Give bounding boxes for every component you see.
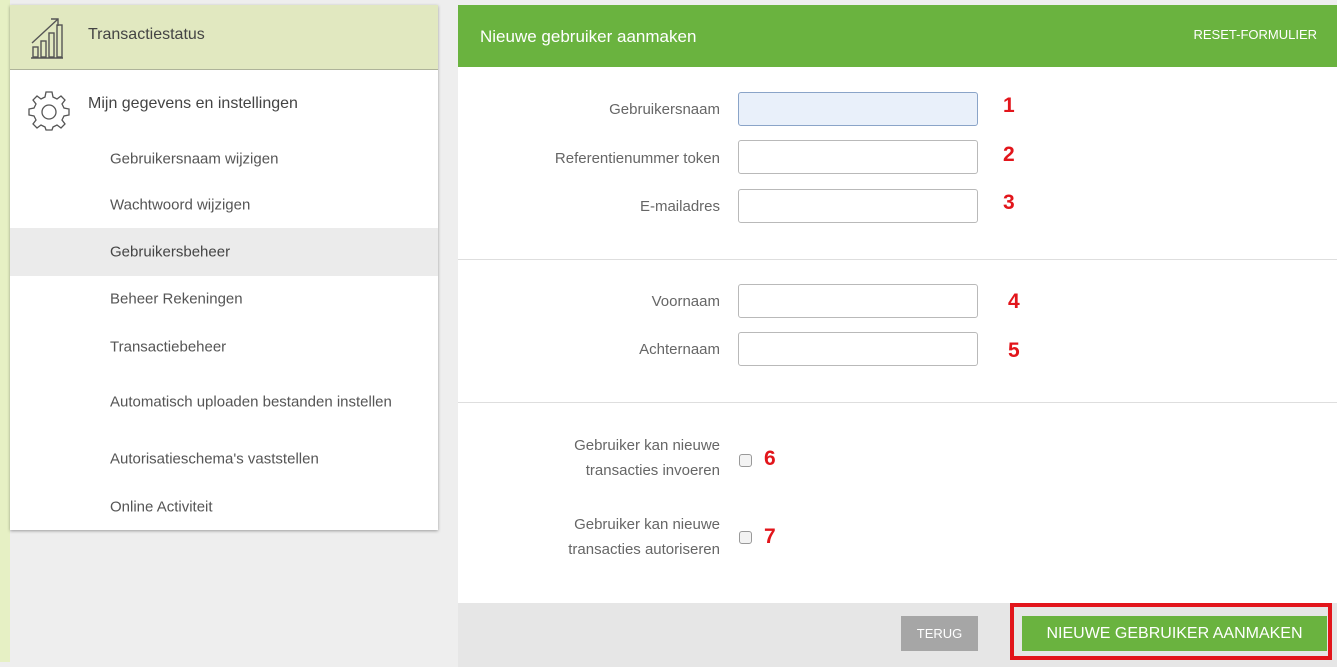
- token-reference-label: Referentienummer token: [554, 150, 720, 167]
- sidebar-item-label: Automatisch uploaden bestanden instellen: [110, 393, 392, 411]
- email-label: E-mailadres: [639, 198, 720, 215]
- last-name-input[interactable]: [738, 332, 978, 366]
- reset-form-link[interactable]: RESET-FORMULIER: [1193, 27, 1317, 42]
- form-footer: TERUG NIEUWE GEBRUIKER AANMAKEN: [458, 603, 1337, 667]
- back-button[interactable]: TERUG: [901, 616, 978, 651]
- sidebar-item-label: Transactiebeheer: [110, 338, 227, 356]
- can-authorize-transactions-label: Gebruiker kan nieuwe transacties autoris…: [568, 516, 720, 558]
- email-input[interactable]: [738, 189, 978, 223]
- marker-2: 2: [1003, 143, 1015, 166]
- marker-6: 6: [764, 447, 776, 470]
- username-label: Gebruikersnaam: [609, 101, 720, 118]
- sidebar-item-label: Online Activiteit: [110, 498, 213, 516]
- last-name-label: Achternaam: [639, 341, 720, 358]
- can-enter-transactions-label: Gebruiker kan nieuwe transacties invoere…: [574, 437, 720, 479]
- sidebar: Transactiestatus Mijn gegevens en instel…: [10, 5, 438, 530]
- sidebar-item-label: Gebruikersnaam wijzigen: [110, 150, 279, 168]
- sidebar-item-autorisatieschemas[interactable]: Autorisatieschema's vaststellen: [10, 435, 438, 483]
- form-header: Nieuwe gebruiker aanmaken RESET-FORMULIE…: [458, 5, 1337, 67]
- sidebar-item-label: Gebruikersbeheer: [110, 243, 231, 261]
- bar-chart-icon: [31, 18, 63, 59]
- can-enter-transactions-checkbox[interactable]: [739, 454, 752, 467]
- can-authorize-transactions-checkbox[interactable]: [739, 531, 752, 544]
- sidebar-header-label: Transactiestatus: [88, 26, 205, 43]
- username-input[interactable]: [738, 92, 978, 126]
- new-user-form-panel: Nieuwe gebruiker aanmaken RESET-FORMULIE…: [458, 5, 1337, 667]
- token-reference-input[interactable]: [738, 140, 978, 174]
- sidebar-item-transactiestatus[interactable]: Transactiestatus: [10, 5, 438, 70]
- section-divider: [458, 402, 1337, 403]
- create-user-button[interactable]: NIEUWE GEBRUIKER AANMAKEN: [1022, 616, 1327, 651]
- sidebar-item-online-activiteit[interactable]: Online Activiteit: [10, 483, 438, 531]
- form-title: Nieuwe gebruiker aanmaken: [480, 27, 697, 46]
- sidebar-item-label: Autorisatieschema's vaststellen: [110, 450, 319, 468]
- sidebar-item-label: Wachtwoord wijzigen: [110, 196, 251, 214]
- sidebar-item-wachtwoord-wijzigen[interactable]: Wachtwoord wijzigen: [10, 181, 438, 229]
- sidebar-item-beheer-rekeningen[interactable]: Beheer Rekeningen: [10, 275, 438, 323]
- sidebar-item-label: Beheer Rekeningen: [110, 290, 243, 308]
- first-name-label: Voornaam: [651, 293, 720, 310]
- marker-3: 3: [1003, 191, 1015, 214]
- sidebar-item-transactiebeheer[interactable]: Transactiebeheer: [10, 323, 438, 371]
- marker-4: 4: [1008, 290, 1020, 313]
- sidebar-item-gebruikersbeheer[interactable]: Gebruikersbeheer: [10, 228, 438, 276]
- sidebar-item-gebruikersnaam-wijzigen[interactable]: Gebruikersnaam wijzigen: [10, 135, 438, 183]
- first-name-input[interactable]: [738, 284, 978, 318]
- sidebar-section-label: Mijn gegevens en instellingen: [88, 95, 298, 112]
- gear-icon: [28, 91, 70, 131]
- marker-1: 1: [1003, 94, 1015, 117]
- marker-7: 7: [764, 525, 776, 548]
- marker-5: 5: [1008, 339, 1020, 362]
- page-edge-stripe: [0, 0, 10, 662]
- sidebar-item-automatisch-uploaden[interactable]: Automatisch uploaden bestanden instellen: [10, 378, 438, 426]
- sidebar-section-settings[interactable]: Mijn gegevens en instellingen: [10, 70, 438, 132]
- section-divider: [458, 259, 1337, 260]
